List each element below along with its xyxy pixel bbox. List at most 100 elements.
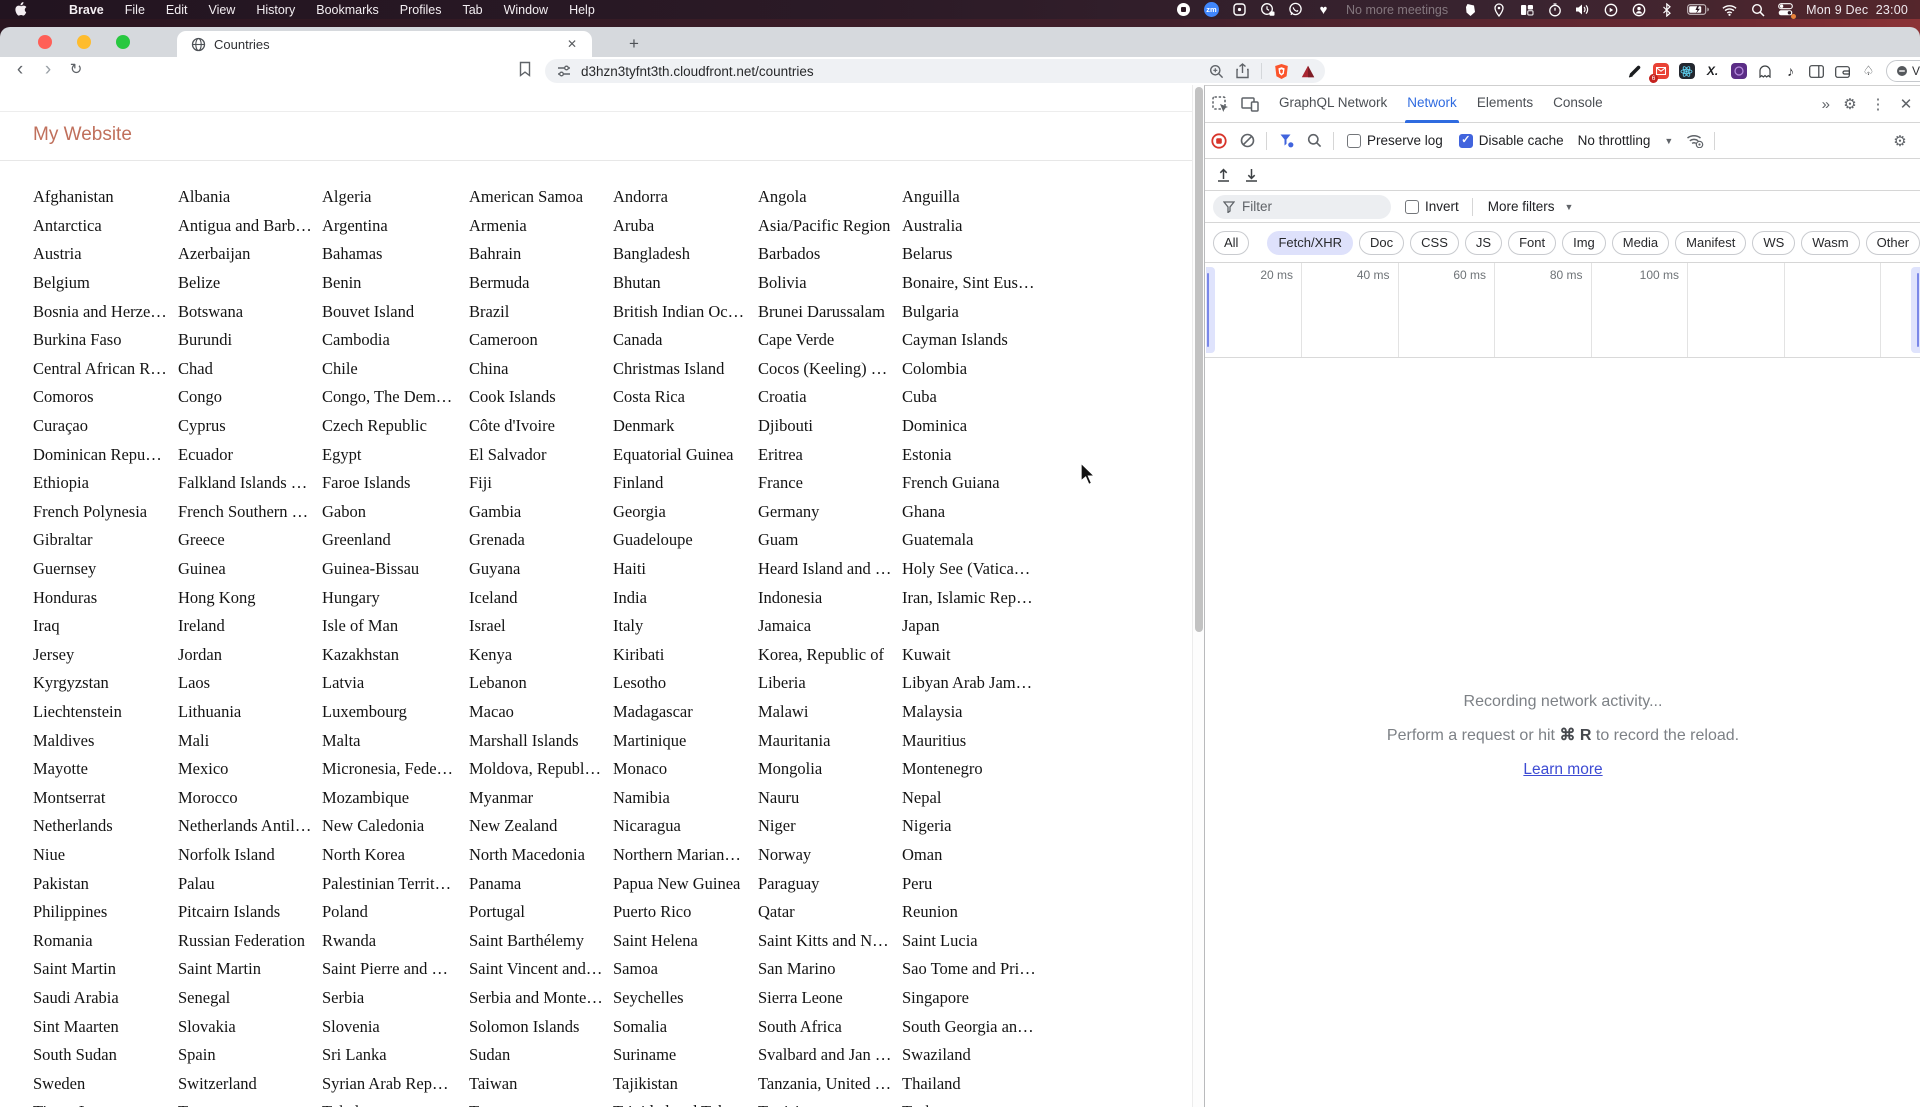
- country-item[interactable]: Cocos (Keeling) …: [758, 359, 902, 379]
- network-settings-icon[interactable]: ⚙: [1886, 123, 1914, 159]
- country-item[interactable]: Congo: [178, 387, 322, 407]
- country-item[interactable]: Saint Pierre and …: [322, 959, 469, 979]
- country-item[interactable]: Grenada: [469, 530, 613, 550]
- country-item[interactable]: Ecuador: [178, 445, 322, 465]
- country-item[interactable]: Guernsey: [33, 559, 178, 579]
- country-item[interactable]: Malta: [322, 731, 469, 751]
- import-har-icon[interactable]: [1209, 157, 1237, 193]
- country-item[interactable]: Jordan: [178, 645, 322, 665]
- record-stop-icon[interactable]: [1176, 2, 1191, 17]
- country-item[interactable]: Russian Federation: [178, 931, 322, 951]
- country-item[interactable]: New Zealand: [469, 816, 613, 836]
- zoom-app-icon[interactable]: zm: [1204, 2, 1219, 17]
- country-item[interactable]: Indonesia: [758, 588, 902, 608]
- traffic-light-close[interactable]: [38, 35, 52, 49]
- country-item[interactable]: Hungary: [322, 588, 469, 608]
- country-item[interactable]: Tunisia: [758, 1102, 902, 1107]
- country-item[interactable]: Brunei Darussalam: [758, 302, 902, 322]
- country-item[interactable]: Northern Marian…: [613, 845, 758, 865]
- country-item[interactable]: French Guiana: [902, 473, 1087, 493]
- whatsapp-icon[interactable]: [1288, 2, 1303, 17]
- country-item[interactable]: Peru: [902, 874, 1087, 894]
- country-item[interactable]: Panama: [469, 874, 613, 894]
- country-item[interactable]: Guyana: [469, 559, 613, 579]
- country-item[interactable]: Qatar: [758, 902, 902, 922]
- country-item[interactable]: Sierra Leone: [758, 988, 902, 1008]
- country-item[interactable]: Papua New Guinea: [613, 874, 758, 894]
- country-item[interactable]: Antarctica: [33, 216, 178, 236]
- country-item[interactable]: Monaco: [613, 759, 758, 779]
- country-item[interactable]: Turkey: [902, 1102, 1087, 1107]
- country-item[interactable]: Armenia: [469, 216, 613, 236]
- more-tabs-icon[interactable]: »: [1816, 96, 1836, 113]
- country-item[interactable]: Djibouti: [758, 416, 902, 436]
- country-item[interactable]: Sri Lanka: [322, 1045, 469, 1065]
- country-item[interactable]: Saint Barthélemy: [469, 931, 613, 951]
- country-item[interactable]: Guatemala: [902, 530, 1087, 550]
- country-item[interactable]: Liberia: [758, 673, 902, 693]
- country-item[interactable]: Finland: [613, 473, 758, 493]
- country-item[interactable]: Aruba: [613, 216, 758, 236]
- chip-ws[interactable]: WS: [1752, 230, 1796, 255]
- country-item[interactable]: Luxembourg: [322, 702, 469, 722]
- devtools-tab-graphql-network[interactable]: GraphQL Network: [1269, 86, 1397, 123]
- learn-more-link[interactable]: Learn more: [1523, 761, 1602, 779]
- x-extension-icon[interactable]: X.: [1704, 63, 1721, 80]
- country-item[interactable]: Andorra: [613, 187, 758, 207]
- more-filters-dropdown[interactable]: More filters ▼: [1488, 199, 1574, 214]
- meetings-status[interactable]: No more meetings: [1346, 3, 1448, 17]
- country-item[interactable]: Ireland: [178, 616, 322, 636]
- country-item[interactable]: Algeria: [322, 187, 469, 207]
- country-item[interactable]: North Korea: [322, 845, 469, 865]
- country-item[interactable]: Guinea-Bissau: [322, 559, 469, 579]
- country-item[interactable]: Christmas Island: [613, 359, 758, 379]
- devtools-tab-network[interactable]: Network: [1397, 86, 1467, 123]
- url-input[interactable]: [581, 63, 1081, 79]
- country-item[interactable]: Ethiopia: [33, 473, 178, 493]
- country-item[interactable]: Antigua and Barb…: [178, 216, 322, 236]
- country-item[interactable]: Bouvet Island: [322, 302, 469, 322]
- country-item[interactable]: Saint Helena: [613, 931, 758, 951]
- country-item[interactable]: South Sudan: [33, 1045, 178, 1065]
- apple-icon[interactable]: [14, 2, 27, 17]
- overview-left-handle[interactable]: [1206, 267, 1215, 353]
- devtools-menu-icon[interactable]: ⋮: [1864, 95, 1892, 113]
- country-item[interactable]: Nicaragua: [613, 816, 758, 836]
- country-item[interactable]: Suriname: [613, 1045, 758, 1065]
- country-item[interactable]: Heard Island and …: [758, 559, 902, 579]
- country-item[interactable]: Lithuania: [178, 702, 322, 722]
- clear-network-icon[interactable]: [1233, 123, 1261, 159]
- country-item[interactable]: Isle of Man: [322, 616, 469, 636]
- country-item[interactable]: Belize: [178, 273, 322, 293]
- country-item[interactable]: Falkland Islands …: [178, 473, 322, 493]
- menubar-app-icon[interactable]: [1232, 2, 1247, 17]
- country-item[interactable]: Martinique: [613, 731, 758, 751]
- devtools-settings-icon[interactable]: ⚙: [1836, 95, 1864, 113]
- country-item[interactable]: Bahamas: [322, 244, 469, 264]
- country-item[interactable]: Dominican Repu…: [33, 445, 178, 465]
- country-item[interactable]: Cook Islands: [469, 387, 613, 407]
- country-item[interactable]: Switzerland: [178, 1074, 322, 1094]
- country-item[interactable]: Kazakhstan: [322, 645, 469, 665]
- country-item[interactable]: Congo, The Dem…: [322, 387, 469, 407]
- battery-icon[interactable]: [1687, 2, 1709, 17]
- country-item[interactable]: Guinea: [178, 559, 322, 579]
- country-item[interactable]: Burundi: [178, 330, 322, 350]
- country-item[interactable]: Chile: [322, 359, 469, 379]
- chip-js[interactable]: JS: [1464, 230, 1503, 255]
- country-item[interactable]: Iran, Islamic Rep…: [902, 588, 1087, 608]
- vpn-button[interactable]: VPN: [1886, 60, 1920, 82]
- country-item[interactable]: Greece: [178, 530, 322, 550]
- country-item[interactable]: Serbia: [322, 988, 469, 1008]
- country-item[interactable]: American Samoa: [469, 187, 613, 207]
- country-item[interactable]: Mayotte: [33, 759, 178, 779]
- chip-wasm[interactable]: Wasm: [1801, 230, 1860, 255]
- country-item[interactable]: Niue: [33, 845, 178, 865]
- country-item[interactable]: Dominica: [902, 416, 1087, 436]
- sidebar-extension-icon[interactable]: [1808, 63, 1825, 80]
- country-item[interactable]: Morocco: [178, 788, 322, 808]
- menu-item-view[interactable]: View: [208, 3, 235, 17]
- country-item[interactable]: Gibraltar: [33, 530, 178, 550]
- country-item[interactable]: Latvia: [322, 673, 469, 693]
- country-item[interactable]: Jamaica: [758, 616, 902, 636]
